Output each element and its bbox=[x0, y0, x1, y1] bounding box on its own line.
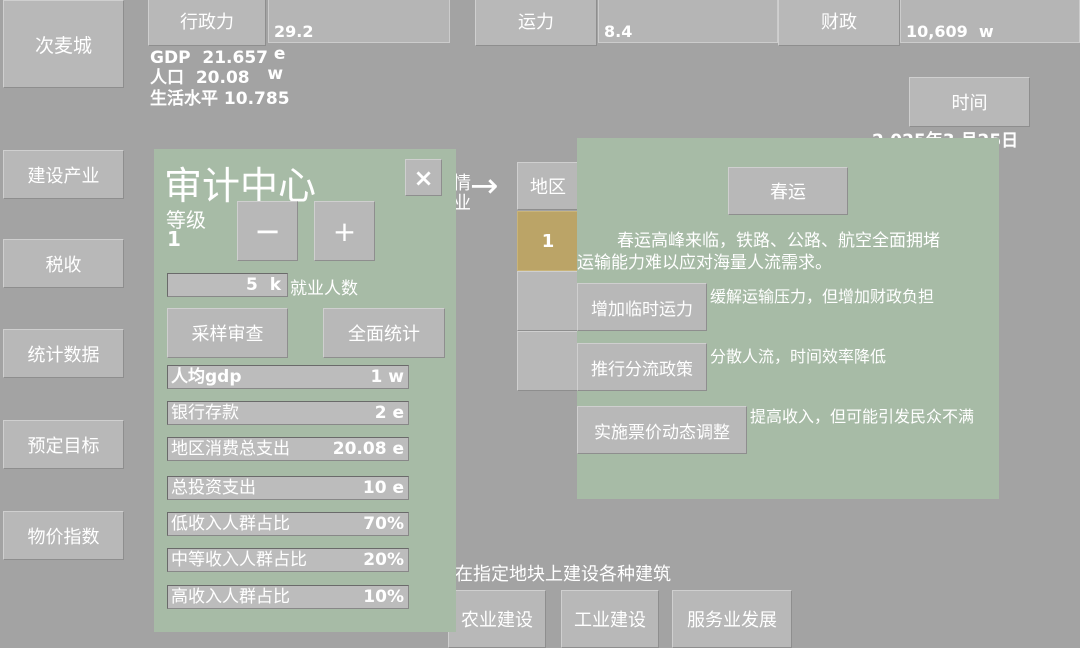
industry-build-button[interactable]: 工业建设 bbox=[561, 590, 659, 648]
event-panel: 春运 春运高峰来临，铁路、公路、航空全面拥堵 运输能力难以应对海量人流需求。 增… bbox=[577, 138, 999, 499]
sidebar-statistics[interactable]: 统计数据 bbox=[3, 329, 124, 378]
admin-button[interactable]: 行政力 bbox=[148, 0, 266, 46]
event-title-button[interactable]: 春运 bbox=[728, 167, 848, 215]
agriculture-build-button[interactable]: 农业建设 bbox=[448, 590, 546, 648]
level-value: 1 bbox=[167, 227, 181, 251]
employment-value: 5 k bbox=[246, 275, 281, 295]
transport-button[interactable]: 运力 bbox=[475, 0, 597, 46]
service-develop-button[interactable]: 服务业发展 bbox=[672, 590, 792, 648]
region-plot-2[interactable] bbox=[517, 271, 579, 331]
transport-value-field: 8.4 bbox=[598, 0, 778, 43]
option-dynamic-pricing-button[interactable]: 实施票价动态调整 bbox=[577, 406, 747, 454]
finance-value: 10,609 w bbox=[906, 22, 994, 41]
transport-value: 8.4 bbox=[604, 22, 633, 41]
sample-audit-button[interactable]: 采样审查 bbox=[167, 308, 288, 358]
region-plot-1[interactable]: 1 bbox=[517, 211, 579, 271]
audit-row: 低收入人群占比 70% bbox=[167, 512, 409, 536]
audit-row: 高收入人群占比 10% bbox=[167, 585, 409, 609]
audit-row: 地区消费总支出 20.08 e bbox=[167, 437, 409, 461]
audit-row: 中等收入人群占比 20% bbox=[167, 548, 409, 572]
city-button[interactable]: 次麦城 bbox=[3, 0, 124, 88]
sidebar-price-index[interactable]: 物价指数 bbox=[3, 511, 124, 560]
employment-label: 就业人数 bbox=[290, 279, 358, 299]
audit-row: 银行存款 2 e bbox=[167, 401, 409, 425]
option-add-capacity-button[interactable]: 增加临时运力 bbox=[577, 283, 707, 331]
sidebar-build-industry[interactable]: 建设产业 bbox=[3, 150, 124, 199]
region-plot-3[interactable] bbox=[517, 331, 579, 391]
finance-value-field: 10,609 w bbox=[900, 0, 1080, 43]
sidebar-goals[interactable]: 预定目标 bbox=[3, 420, 124, 469]
level-decrease-button[interactable]: − bbox=[237, 201, 298, 261]
audit-center-panel: 审计中心 × 等级 1 − + 5 k 就业人数 采样审查 全面统计 人均gdp… bbox=[154, 149, 456, 632]
event-description-line-2: 运输能力难以应对海量人流需求。 bbox=[577, 253, 832, 273]
level-increase-button[interactable]: + bbox=[314, 201, 375, 261]
full-statistics-button[interactable]: 全面统计 bbox=[323, 308, 445, 358]
population-stat: 人口 20.08 w bbox=[150, 64, 284, 88]
option-dynamic-pricing-effect: 提高收入，但可能引发民众不满 bbox=[750, 407, 975, 426]
build-hint: 在指定地块上建设各种建筑 bbox=[455, 564, 671, 585]
audit-row: 总投资支出 10 e bbox=[167, 476, 409, 500]
sidebar-tax[interactable]: 税收 bbox=[3, 239, 124, 288]
arrow-right-icon: → bbox=[470, 166, 499, 206]
audit-row: 人均gdp 1 w bbox=[167, 365, 409, 389]
option-add-capacity-effect: 缓解运输压力，但增加财政负担 bbox=[710, 287, 935, 306]
option-diversion-policy-button[interactable]: 推行分流政策 bbox=[577, 343, 707, 391]
admin-value-field: 29.2 bbox=[268, 0, 450, 43]
option-diversion-policy-effect: 分散人流，时间效率降低 bbox=[710, 347, 887, 366]
region-button[interactable]: 地区 bbox=[517, 162, 579, 210]
finance-button[interactable]: 财政 bbox=[778, 0, 900, 46]
time-button[interactable]: 时间 bbox=[909, 77, 1030, 127]
employment-field: 5 k bbox=[167, 273, 288, 297]
close-icon[interactable]: × bbox=[405, 159, 442, 196]
admin-value: 29.2 bbox=[274, 22, 314, 41]
gdp-stat: GDP 21.657 e bbox=[150, 44, 286, 68]
living-standard-stat: 生活水平 10.785 bbox=[150, 89, 290, 109]
